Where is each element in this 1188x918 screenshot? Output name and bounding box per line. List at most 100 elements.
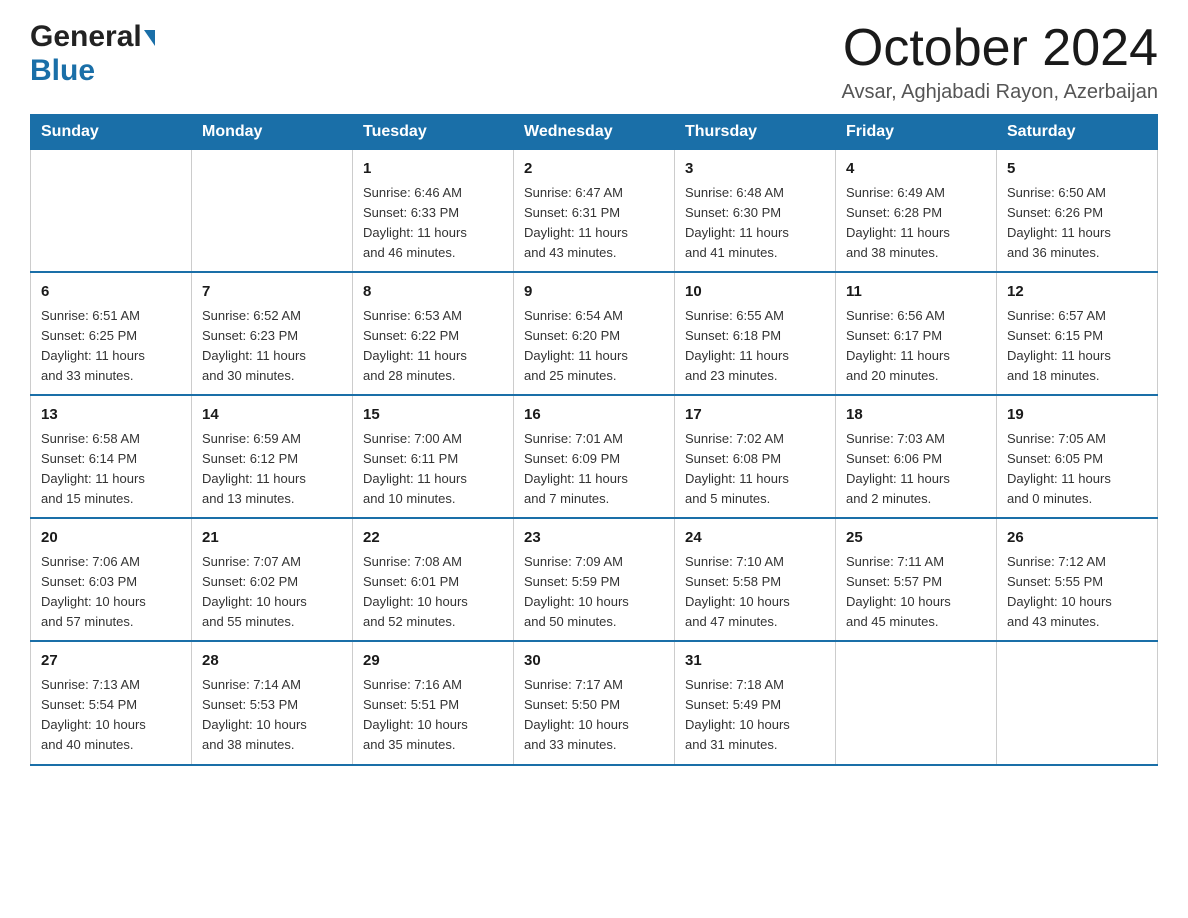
week-row-4: 20Sunrise: 7:06 AMSunset: 6:03 PMDayligh… <box>31 518 1158 641</box>
day-number: 26 <box>1007 527 1147 550</box>
day-info: Sunrise: 6:50 AMSunset: 6:26 PMDaylight:… <box>1007 183 1147 264</box>
week-row-1: 1Sunrise: 6:46 AMSunset: 6:33 PMDaylight… <box>31 150 1158 273</box>
calendar-cell <box>997 641 1158 764</box>
calendar-cell: 12Sunrise: 6:57 AMSunset: 6:15 PMDayligh… <box>997 272 1158 395</box>
day-info: Sunrise: 7:12 AMSunset: 5:55 PMDaylight:… <box>1007 552 1147 633</box>
day-number: 10 <box>685 281 825 304</box>
day-info: Sunrise: 7:17 AMSunset: 5:50 PMDaylight:… <box>524 675 664 756</box>
header-thursday: Thursday <box>675 115 836 150</box>
calendar-cell: 5Sunrise: 6:50 AMSunset: 6:26 PMDaylight… <box>997 150 1158 273</box>
day-number: 17 <box>685 404 825 427</box>
calendar-cell: 26Sunrise: 7:12 AMSunset: 5:55 PMDayligh… <box>997 518 1158 641</box>
day-info: Sunrise: 6:56 AMSunset: 6:17 PMDaylight:… <box>846 306 986 387</box>
day-info: Sunrise: 6:55 AMSunset: 6:18 PMDaylight:… <box>685 306 825 387</box>
header-sunday: Sunday <box>31 115 192 150</box>
day-number: 27 <box>41 650 181 673</box>
day-number: 15 <box>363 404 503 427</box>
day-info: Sunrise: 7:13 AMSunset: 5:54 PMDaylight:… <box>41 675 181 756</box>
day-info: Sunrise: 7:00 AMSunset: 6:11 PMDaylight:… <box>363 429 503 510</box>
day-info: Sunrise: 7:14 AMSunset: 5:53 PMDaylight:… <box>202 675 342 756</box>
calendar-cell: 25Sunrise: 7:11 AMSunset: 5:57 PMDayligh… <box>836 518 997 641</box>
calendar-cell: 28Sunrise: 7:14 AMSunset: 5:53 PMDayligh… <box>192 641 353 764</box>
day-info: Sunrise: 6:53 AMSunset: 6:22 PMDaylight:… <box>363 306 503 387</box>
calendar-cell: 18Sunrise: 7:03 AMSunset: 6:06 PMDayligh… <box>836 395 997 518</box>
calendar-cell: 4Sunrise: 6:49 AMSunset: 6:28 PMDaylight… <box>836 150 997 273</box>
calendar-table: SundayMondayTuesdayWednesdayThursdayFrid… <box>30 114 1158 765</box>
day-info: Sunrise: 7:09 AMSunset: 5:59 PMDaylight:… <box>524 552 664 633</box>
day-number: 9 <box>524 281 664 304</box>
day-number: 23 <box>524 527 664 550</box>
day-number: 12 <box>1007 281 1147 304</box>
day-number: 1 <box>363 158 503 181</box>
header-wednesday: Wednesday <box>514 115 675 150</box>
day-info: Sunrise: 7:18 AMSunset: 5:49 PMDaylight:… <box>685 675 825 756</box>
day-number: 7 <box>202 281 342 304</box>
day-number: 2 <box>524 158 664 181</box>
calendar-cell: 17Sunrise: 7:02 AMSunset: 6:08 PMDayligh… <box>675 395 836 518</box>
day-number: 16 <box>524 404 664 427</box>
day-number: 8 <box>363 281 503 304</box>
calendar-cell: 20Sunrise: 7:06 AMSunset: 6:03 PMDayligh… <box>31 518 192 641</box>
calendar-cell: 10Sunrise: 6:55 AMSunset: 6:18 PMDayligh… <box>675 272 836 395</box>
day-info: Sunrise: 7:07 AMSunset: 6:02 PMDaylight:… <box>202 552 342 633</box>
day-number: 11 <box>846 281 986 304</box>
calendar-cell: 27Sunrise: 7:13 AMSunset: 5:54 PMDayligh… <box>31 641 192 764</box>
location-subtitle: Avsar, Aghjabadi Rayon, Azerbaijan <box>841 81 1158 104</box>
day-number: 19 <box>1007 404 1147 427</box>
logo-arrow-icon <box>144 30 155 46</box>
day-info: Sunrise: 6:48 AMSunset: 6:30 PMDaylight:… <box>685 183 825 264</box>
page-header: General Blue October 2024 Avsar, Aghjaba… <box>30 20 1158 104</box>
calendar-cell: 23Sunrise: 7:09 AMSunset: 5:59 PMDayligh… <box>514 518 675 641</box>
calendar-cell: 2Sunrise: 6:47 AMSunset: 6:31 PMDaylight… <box>514 150 675 273</box>
day-info: Sunrise: 7:10 AMSunset: 5:58 PMDaylight:… <box>685 552 825 633</box>
week-row-3: 13Sunrise: 6:58 AMSunset: 6:14 PMDayligh… <box>31 395 1158 518</box>
calendar-cell: 7Sunrise: 6:52 AMSunset: 6:23 PMDaylight… <box>192 272 353 395</box>
day-number: 31 <box>685 650 825 673</box>
calendar-cell: 3Sunrise: 6:48 AMSunset: 6:30 PMDaylight… <box>675 150 836 273</box>
logo-general-text: General <box>30 20 142 54</box>
day-number: 18 <box>846 404 986 427</box>
day-info: Sunrise: 7:02 AMSunset: 6:08 PMDaylight:… <box>685 429 825 510</box>
day-number: 25 <box>846 527 986 550</box>
calendar-cell: 30Sunrise: 7:17 AMSunset: 5:50 PMDayligh… <box>514 641 675 764</box>
day-info: Sunrise: 6:52 AMSunset: 6:23 PMDaylight:… <box>202 306 342 387</box>
day-number: 3 <box>685 158 825 181</box>
calendar-cell: 6Sunrise: 6:51 AMSunset: 6:25 PMDaylight… <box>31 272 192 395</box>
day-number: 5 <box>1007 158 1147 181</box>
day-number: 21 <box>202 527 342 550</box>
calendar-cell <box>31 150 192 273</box>
month-title: October 2024 <box>841 20 1158 77</box>
calendar-cell: 21Sunrise: 7:07 AMSunset: 6:02 PMDayligh… <box>192 518 353 641</box>
day-number: 24 <box>685 527 825 550</box>
day-info: Sunrise: 7:16 AMSunset: 5:51 PMDaylight:… <box>363 675 503 756</box>
calendar-cell: 19Sunrise: 7:05 AMSunset: 6:05 PMDayligh… <box>997 395 1158 518</box>
calendar-cell: 29Sunrise: 7:16 AMSunset: 5:51 PMDayligh… <box>353 641 514 764</box>
day-info: Sunrise: 7:06 AMSunset: 6:03 PMDaylight:… <box>41 552 181 633</box>
day-number: 28 <box>202 650 342 673</box>
day-info: Sunrise: 6:57 AMSunset: 6:15 PMDaylight:… <box>1007 306 1147 387</box>
day-number: 20 <box>41 527 181 550</box>
calendar-header: SundayMondayTuesdayWednesdayThursdayFrid… <box>31 115 1158 150</box>
day-info: Sunrise: 7:03 AMSunset: 6:06 PMDaylight:… <box>846 429 986 510</box>
calendar-cell: 8Sunrise: 6:53 AMSunset: 6:22 PMDaylight… <box>353 272 514 395</box>
calendar-cell <box>192 150 353 273</box>
header-saturday: Saturday <box>997 115 1158 150</box>
day-info: Sunrise: 6:54 AMSunset: 6:20 PMDaylight:… <box>524 306 664 387</box>
calendar-cell: 11Sunrise: 6:56 AMSunset: 6:17 PMDayligh… <box>836 272 997 395</box>
calendar-cell: 1Sunrise: 6:46 AMSunset: 6:33 PMDaylight… <box>353 150 514 273</box>
day-info: Sunrise: 7:01 AMSunset: 6:09 PMDaylight:… <box>524 429 664 510</box>
calendar-cell: 31Sunrise: 7:18 AMSunset: 5:49 PMDayligh… <box>675 641 836 764</box>
calendar-cell: 14Sunrise: 6:59 AMSunset: 6:12 PMDayligh… <box>192 395 353 518</box>
day-number: 29 <box>363 650 503 673</box>
day-number: 14 <box>202 404 342 427</box>
calendar-cell: 9Sunrise: 6:54 AMSunset: 6:20 PMDaylight… <box>514 272 675 395</box>
week-row-2: 6Sunrise: 6:51 AMSunset: 6:25 PMDaylight… <box>31 272 1158 395</box>
header-row: SundayMondayTuesdayWednesdayThursdayFrid… <box>31 115 1158 150</box>
day-info: Sunrise: 6:51 AMSunset: 6:25 PMDaylight:… <box>41 306 181 387</box>
day-info: Sunrise: 7:08 AMSunset: 6:01 PMDaylight:… <box>363 552 503 633</box>
calendar-cell: 16Sunrise: 7:01 AMSunset: 6:09 PMDayligh… <box>514 395 675 518</box>
logo-blue-text: Blue <box>30 54 95 87</box>
day-number: 30 <box>524 650 664 673</box>
day-info: Sunrise: 7:05 AMSunset: 6:05 PMDaylight:… <box>1007 429 1147 510</box>
day-info: Sunrise: 6:59 AMSunset: 6:12 PMDaylight:… <box>202 429 342 510</box>
